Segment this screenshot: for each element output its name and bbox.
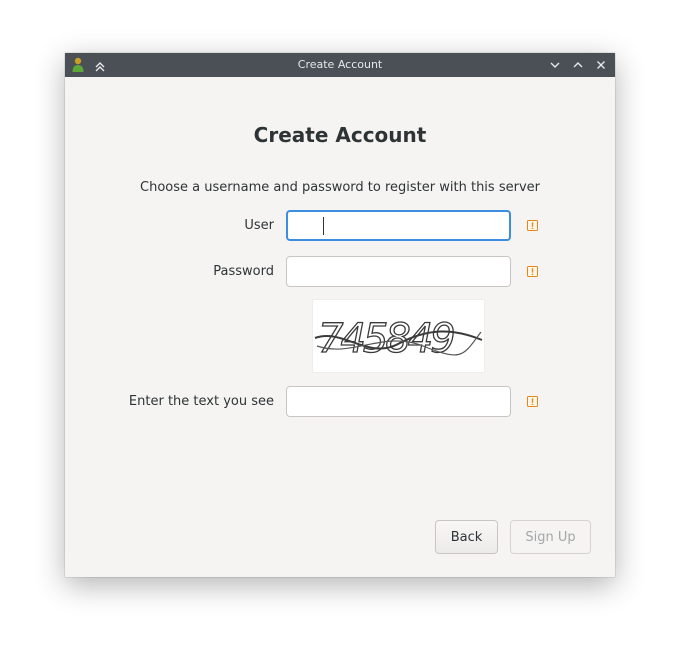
title-bar[interactable]: Create Account [65,53,615,77]
captcha-warning-icon [527,396,538,407]
captcha-label: Enter the text you see [128,394,274,409]
captcha-image: 745849 [313,300,484,372]
create-account-window: Create Account Create Account Choose a u… [65,53,615,577]
back-button[interactable]: Back [435,520,498,554]
sign-up-button[interactable]: Sign Up [510,520,591,554]
maximize-icon[interactable] [571,57,585,73]
password-warning-icon [527,266,538,277]
minimize-icon[interactable] [548,57,562,73]
captcha-text: 745849 [318,316,453,362]
window-title: Create Account [297,58,383,71]
user-label: User [244,218,274,233]
password-input[interactable] [286,256,511,287]
password-label: Password [213,264,274,279]
close-icon[interactable] [594,57,608,73]
intro-text: Choose a username and password to regist… [140,180,540,195]
captcha-input[interactable] [286,386,511,417]
user-input[interactable] [286,210,511,241]
text-caret [323,217,324,235]
user-warning-icon [527,220,538,231]
window-controls [548,57,608,73]
page-title: Create Account [253,123,427,147]
